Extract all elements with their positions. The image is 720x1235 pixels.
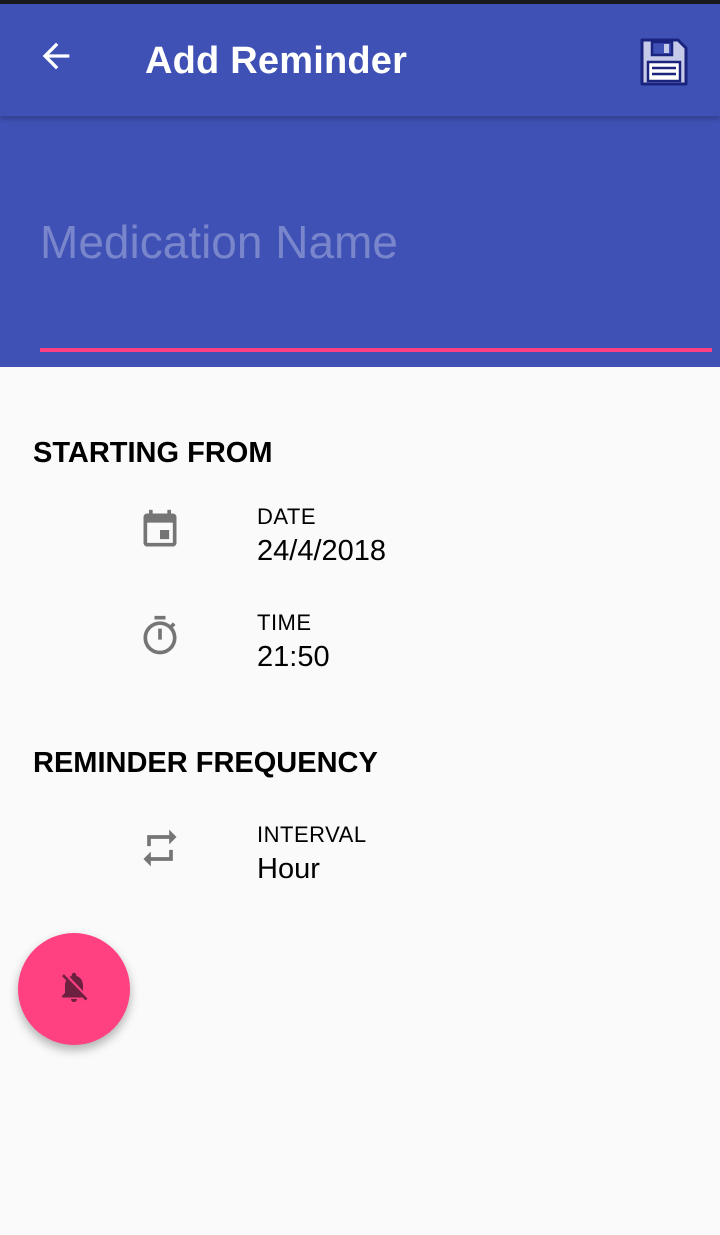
arrow-back-icon (36, 36, 76, 81)
page-title: Add Reminder (145, 40, 408, 82)
input-underline (40, 348, 712, 352)
calendar-icon (136, 506, 184, 554)
save-button[interactable] (632, 32, 696, 96)
toggle-notifications-fab[interactable] (18, 933, 130, 1045)
date-value[interactable]: 24/4/2018 (257, 535, 386, 568)
interval-label: INTERVAL (257, 822, 367, 847)
time-value[interactable]: 21:50 (257, 641, 330, 674)
medication-header-panel (0, 116, 720, 367)
back-button[interactable] (28, 30, 84, 86)
floppy-disk-save-icon (638, 36, 690, 93)
time-label: TIME (257, 610, 312, 635)
medication-name-input[interactable] (40, 202, 712, 282)
stopwatch-icon (136, 612, 184, 660)
notifications-off-icon (56, 969, 92, 1010)
date-label: DATE (257, 504, 317, 529)
reminder-frequency-heading: REMINDER FREQUENCY (33, 747, 378, 779)
starting-from-heading: STARTING FROM (33, 437, 273, 469)
repeat-icon (136, 824, 184, 872)
app-bar: Add Reminder (0, 4, 720, 116)
interval-value[interactable]: Hour (257, 853, 320, 886)
